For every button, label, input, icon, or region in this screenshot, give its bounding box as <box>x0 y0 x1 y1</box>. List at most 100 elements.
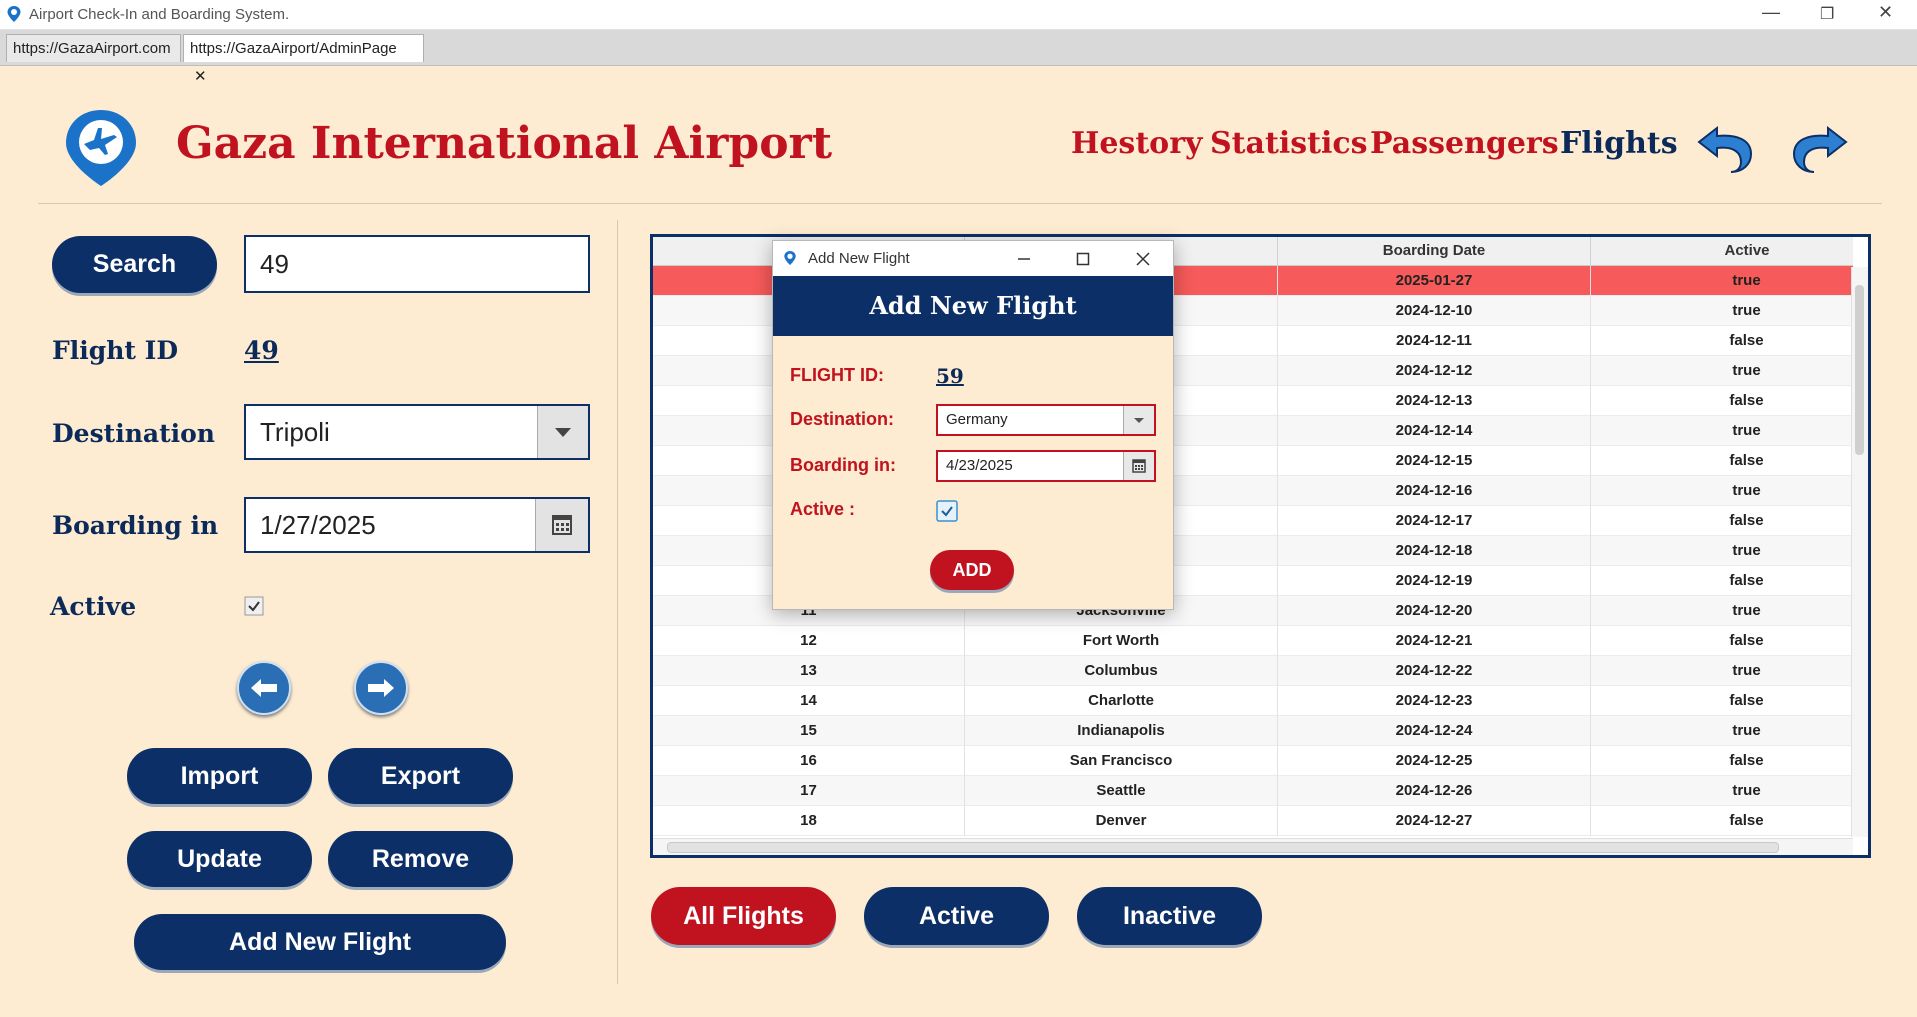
dialog-titlebar: Add New Flight <box>773 241 1173 276</box>
redo-icon[interactable] <box>1790 120 1850 176</box>
table-row[interactable]: 15 Indianapolis 2024-12-24 true <box>653 716 1853 746</box>
cell-active: false <box>1591 326 1868 356</box>
export-button[interactable]: Export <box>328 748 513 804</box>
cell-id: 12 <box>653 626 965 656</box>
cell-active: false <box>1591 746 1868 776</box>
horizontal-scrollbar[interactable] <box>653 838 1853 855</box>
dialog-boarding-date-value: 4/23/2025 <box>946 457 1013 474</box>
remove-button[interactable]: Remove <box>328 831 513 887</box>
tab-admin[interactable]: https://GazaAirport/AdminPage ✕ <box>183 34 424 85</box>
tab-home[interactable]: https://GazaAirport.com <box>6 34 181 62</box>
vertical-scrollbar[interactable] <box>1851 267 1868 837</box>
destination-label: Destination <box>52 419 215 448</box>
active-label: Active <box>50 592 137 621</box>
vertical-scroll-thumb[interactable] <box>1855 285 1864 455</box>
cell-boarding-date: 2024-12-19 <box>1278 566 1591 596</box>
horizontal-scroll-thumb[interactable] <box>667 842 1779 853</box>
arrow-right-icon <box>368 679 394 697</box>
cell-boarding-date: 2024-12-24 <box>1278 716 1591 746</box>
window-titlebar: Airport Check-In and Boarding System. — … <box>0 0 1917 30</box>
cell-destination: San Francisco <box>965 746 1278 776</box>
cell-boarding-date: 2024-12-11 <box>1278 326 1591 356</box>
import-button[interactable]: Import <box>127 748 312 804</box>
cell-boarding-date: 2024-12-16 <box>1278 476 1591 506</box>
dialog-boarding-date-picker[interactable]: 4/23/2025 <box>936 450 1156 482</box>
update-button[interactable]: Update <box>127 831 312 887</box>
table-row[interactable]: 16 San Francisco 2024-12-25 false <box>653 746 1853 776</box>
cell-active: true <box>1591 596 1868 626</box>
dialog-pin-icon <box>784 251 796 265</box>
add-flight-dialog: Add New Flight Add New Flight FLIGHT ID:… <box>772 240 1174 610</box>
undo-icon[interactable] <box>1695 120 1755 176</box>
tab-admin-label: https://GazaAirport/AdminPage <box>190 40 397 57</box>
nav-flights[interactable]: Flights <box>1560 126 1678 161</box>
chevron-down-icon[interactable] <box>537 406 588 458</box>
restore-button[interactable]: ❐ <box>1820 4 1834 24</box>
cell-active: true <box>1591 536 1868 566</box>
close-button[interactable]: ✕ <box>1878 2 1893 23</box>
table-row[interactable]: 13 Columbus 2024-12-22 true <box>653 656 1853 686</box>
app-title: Gaza International Airport <box>176 118 833 169</box>
cell-destination: Fort Worth <box>965 626 1278 656</box>
calendar-icon[interactable] <box>535 499 588 551</box>
boarding-label: Boarding in <box>52 511 219 540</box>
dialog-chevron-down-icon[interactable] <box>1123 406 1154 434</box>
table-row[interactable]: 14 Charlotte 2024-12-23 false <box>653 686 1853 716</box>
cell-id: 17 <box>653 776 965 806</box>
nav-history[interactable]: Hestory <box>1071 126 1202 161</box>
filter-inactive-button[interactable]: Inactive <box>1077 887 1262 945</box>
tab-bar: https://GazaAirport.com https://GazaAirp… <box>0 30 1917 85</box>
dialog-calendar-icon[interactable] <box>1123 452 1154 480</box>
next-arrow-button[interactable] <box>354 661 408 715</box>
search-button[interactable]: Search <box>52 236 217 293</box>
tab-close-icon[interactable]: ✕ <box>194 68 207 85</box>
cell-boarding-date: 2024-12-10 <box>1278 296 1591 326</box>
add-new-flight-button[interactable]: Add New Flight <box>134 914 506 970</box>
header-divider <box>38 203 1882 204</box>
column-header-boarding-date[interactable]: Boarding Date <box>1278 237 1591 265</box>
table-row[interactable]: 17 Seattle 2024-12-26 true <box>653 776 1853 806</box>
filter-active-button[interactable]: Active <box>864 887 1049 945</box>
cell-boarding-date: 2024-12-22 <box>1278 656 1591 686</box>
nav-passengers[interactable]: Passengers <box>1370 126 1559 161</box>
cell-boarding-date: 2024-12-15 <box>1278 446 1591 476</box>
dialog-add-button[interactable]: ADD <box>930 550 1014 590</box>
cell-id: 13 <box>653 656 965 686</box>
active-checkbox[interactable] <box>244 596 264 616</box>
dialog-destination-label: Destination: <box>790 409 895 429</box>
cell-destination: Seattle <box>965 776 1278 806</box>
nav-statistics[interactable]: Statistics <box>1210 126 1368 161</box>
cell-active: false <box>1591 686 1868 716</box>
column-header-active[interactable]: Active <box>1591 237 1868 265</box>
cell-active: true <box>1591 656 1868 686</box>
boarding-date-picker[interactable]: 1/27/2025 <box>244 497 590 553</box>
cell-boarding-date: 2024-12-17 <box>1278 506 1591 536</box>
dialog-maximize-icon[interactable] <box>1075 251 1091 267</box>
dialog-destination-value: Germany <box>946 411 1008 428</box>
minimize-button[interactable]: — <box>1762 2 1780 23</box>
dialog-minimize-icon[interactable] <box>1016 251 1032 267</box>
boarding-date-value: 1/27/2025 <box>260 510 376 540</box>
dialog-active-checkbox[interactable] <box>936 500 958 522</box>
cell-active: true <box>1591 776 1868 806</box>
cell-id: 16 <box>653 746 965 776</box>
table-row[interactable]: 18 Denver 2024-12-27 false <box>653 806 1853 836</box>
cell-active: true <box>1591 266 1868 296</box>
dialog-close-icon[interactable] <box>1135 251 1151 267</box>
cell-destination: Charlotte <box>965 686 1278 716</box>
table-row[interactable]: 12 Fort Worth 2024-12-21 false <box>653 626 1853 656</box>
dialog-destination-select[interactable]: Germany <box>936 404 1156 436</box>
cell-active: false <box>1591 566 1868 596</box>
cell-boarding-date: 2024-12-23 <box>1278 686 1591 716</box>
flight-id-value: 49 <box>244 336 279 365</box>
cell-boarding-date: 2024-12-12 <box>1278 356 1591 386</box>
destination-select[interactable]: Tripoli <box>244 404 590 460</box>
cell-id: 15 <box>653 716 965 746</box>
cell-id: 18 <box>653 806 965 836</box>
cell-boarding-date: 2024-12-20 <box>1278 596 1591 626</box>
filter-all-flights-button[interactable]: All Flights <box>651 887 836 945</box>
cell-active: true <box>1591 356 1868 386</box>
previous-arrow-button[interactable] <box>237 661 291 715</box>
search-input[interactable]: 49 <box>244 235 590 293</box>
cell-boarding-date: 2025-01-27 <box>1278 266 1591 296</box>
